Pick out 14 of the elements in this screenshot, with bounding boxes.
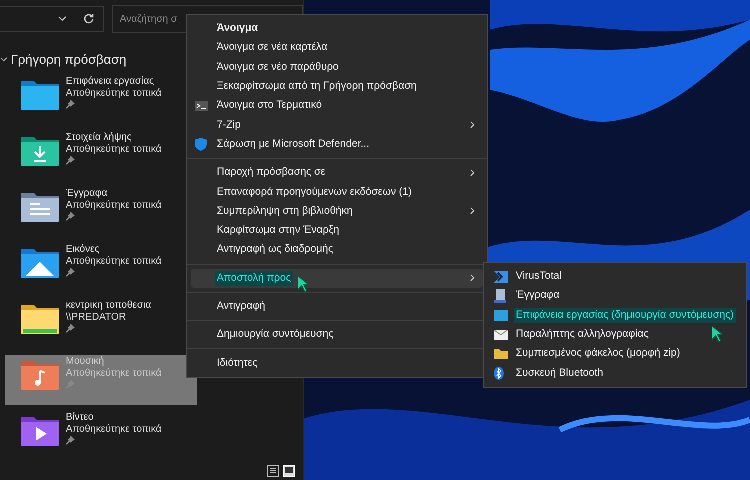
item-location: Αποθηκεύτηκε τοπικά bbox=[66, 368, 162, 379]
item-location: Αποθηκεύτηκε τοπικά bbox=[66, 144, 162, 155]
item-name: Έγγραφα bbox=[66, 188, 109, 199]
item-name: Στοιχεία λήψης bbox=[66, 132, 133, 143]
item-name: Εικόνες bbox=[66, 244, 101, 255]
item-location: Αποθηκεύτηκε τοπικά bbox=[66, 424, 162, 435]
item-name: Επιφάνεια εργασίας bbox=[66, 76, 156, 87]
item-location: \\PREDATOR bbox=[66, 312, 128, 323]
item-name: κεντρικη τοποθεσια bbox=[66, 300, 152, 311]
item-location: Αποθηκεύτηκε τοπικά bbox=[66, 200, 162, 211]
item-name: Βίντεο bbox=[66, 412, 95, 423]
item-location: Αποθηκεύτηκε τοπικά bbox=[66, 256, 162, 267]
item-name: Μουσική bbox=[66, 356, 106, 367]
item-location: Αποθηκεύτηκε τοπικά bbox=[66, 88, 162, 99]
